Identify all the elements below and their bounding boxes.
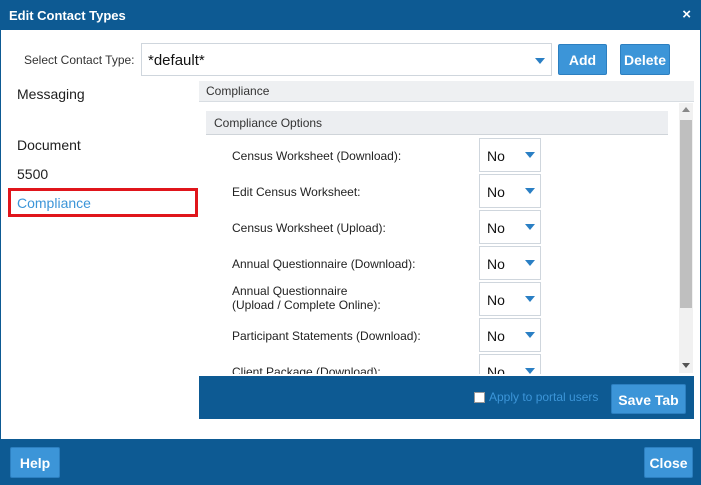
option-select[interactable]: No	[479, 354, 541, 374]
option-row: Annual Questionnaire (Download): No	[199, 246, 669, 282]
option-label: Client Package (Download):	[232, 365, 381, 374]
option-value: No	[487, 364, 505, 374]
option-label: Annual Questionnaire (Download):	[232, 257, 416, 271]
option-select[interactable]: No	[479, 138, 541, 172]
option-label-line: Annual Questionnaire	[232, 284, 348, 298]
options-scroll-area: Compliance Options Census Worksheet (Dow…	[199, 102, 694, 374]
contact-type-value: *default*	[148, 52, 205, 69]
option-label-line: (Upload / Complete Online):	[232, 298, 381, 312]
option-label: Participant Statements (Download):	[232, 329, 421, 343]
apply-checkbox[interactable]	[474, 392, 485, 403]
nav-item-messaging[interactable]: Messaging	[17, 86, 85, 102]
option-value: No	[487, 220, 505, 236]
option-row: Census Worksheet (Upload): No	[199, 210, 669, 246]
option-value: No	[487, 256, 505, 272]
option-value: No	[487, 148, 505, 164]
option-select[interactable]: No	[479, 210, 541, 244]
option-row: Edit Census Worksheet: No	[199, 174, 669, 210]
option-label: Annual Questionnaire (Upload / Complete …	[232, 284, 381, 312]
contact-type-select[interactable]: *default*	[141, 43, 552, 76]
chevron-down-icon	[535, 58, 545, 64]
dialog-title: Edit Contact Types	[9, 8, 126, 23]
panel-title: Compliance	[206, 84, 270, 98]
scrollbar-thumb[interactable]	[680, 120, 692, 308]
chevron-down-icon	[525, 296, 535, 302]
close-icon[interactable]: ×	[682, 6, 691, 24]
edit-contact-types-dialog: Edit Contact Types × Select Contact Type…	[0, 0, 701, 485]
nav-item-document[interactable]: Document	[17, 137, 81, 153]
option-select[interactable]: No	[479, 246, 541, 280]
dialog-titlebar: Edit Contact Types ×	[1, 1, 700, 30]
option-value: No	[487, 328, 505, 344]
save-tab-button[interactable]: Save Tab	[611, 384, 686, 414]
close-button[interactable]: Close	[644, 447, 693, 478]
chevron-down-icon	[525, 152, 535, 158]
help-button[interactable]: Help	[10, 447, 60, 478]
chevron-down-icon	[525, 188, 535, 194]
chevron-down-icon	[525, 260, 535, 266]
option-row: Participant Statements (Download): No	[199, 318, 669, 354]
chevron-down-icon	[525, 332, 535, 338]
dialog-footer: Help Close	[1, 439, 700, 484]
chevron-down-icon	[525, 368, 535, 374]
option-label: Edit Census Worksheet:	[232, 185, 361, 199]
selection-highlight	[8, 188, 198, 217]
section-title: Compliance Options	[214, 116, 323, 130]
chevron-down-icon	[525, 224, 535, 230]
option-row: Client Package (Download): No	[199, 354, 669, 374]
scroll-down-icon[interactable]	[682, 363, 690, 368]
contact-type-label: Select Contact Type:	[24, 53, 135, 67]
option-row: Census Worksheet (Download): No	[199, 138, 669, 174]
option-select[interactable]: No	[479, 318, 541, 352]
option-label: Census Worksheet (Upload):	[232, 221, 386, 235]
panel-footer: Apply to portal users Save Tab	[199, 376, 694, 419]
add-button[interactable]: Add	[558, 44, 607, 75]
nav-item-5500[interactable]: 5500	[17, 166, 48, 182]
option-row: Annual Questionnaire (Upload / Complete …	[199, 282, 669, 318]
option-label: Census Worksheet (Download):	[232, 149, 402, 163]
section-header: Compliance Options	[206, 111, 668, 135]
option-value: No	[487, 184, 505, 200]
option-value: No	[487, 292, 505, 308]
apply-label[interactable]: Apply to portal users	[489, 390, 598, 404]
delete-button[interactable]: Delete	[620, 44, 670, 75]
scroll-up-icon[interactable]	[682, 107, 690, 112]
option-select[interactable]: No	[479, 174, 541, 208]
option-select[interactable]: No	[479, 282, 541, 316]
vertical-scrollbar[interactable]	[679, 103, 693, 373]
panel-header: Compliance	[199, 81, 694, 102]
